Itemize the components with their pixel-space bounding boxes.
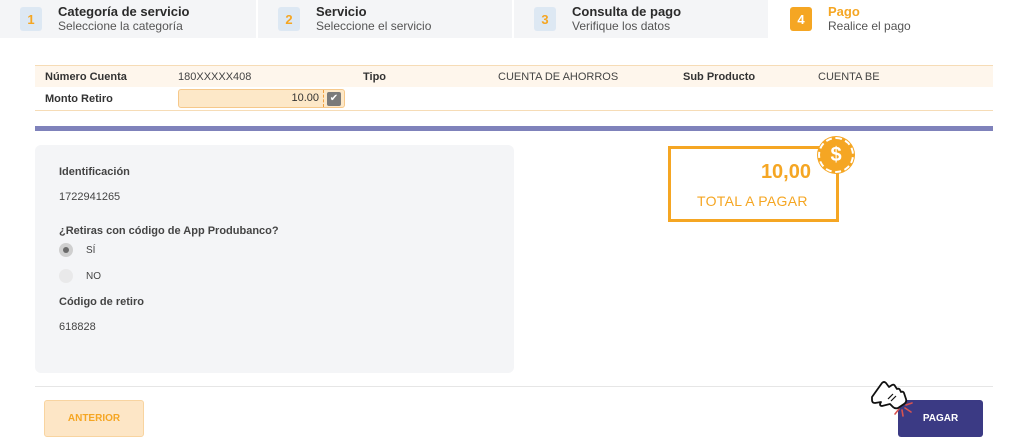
monto-retiro-input[interactable]: 10.00 (179, 90, 324, 107)
identificacion-value: 1722941265 (59, 191, 121, 203)
subproducto-label: Sub Producto (683, 70, 756, 83)
stepper: 1 Categoría de servicio Seleccione la ca… (0, 0, 1024, 38)
step-number: 2 (278, 7, 300, 31)
step-consulta[interactable]: 3 Consulta de pago Verifique los datos (512, 0, 768, 38)
step-number: 1 (20, 7, 42, 31)
radio-option-si[interactable]: SÍ (59, 243, 514, 257)
total-label: TOTAL A PAGAR (697, 193, 808, 209)
anterior-button[interactable]: ANTERIOR (44, 400, 144, 437)
hand-pointer-icon (871, 381, 913, 417)
step-subtitle: Realice el pago (828, 19, 911, 33)
tipo-label: Tipo (363, 70, 387, 83)
total-amount: 10,00 (760, 161, 811, 183)
step-title: Categoría de servicio (58, 4, 190, 19)
withdrawal-form: Identificación 1722941265 ¿Retiras con c… (35, 145, 514, 373)
radio-label-no: NO (86, 270, 101, 282)
step-title: Consulta de pago (572, 4, 682, 19)
section-divider (35, 126, 993, 131)
dollar-coin-icon: $ (818, 137, 854, 173)
monto-row: Monto Retiro 10.00 ✔ (35, 87, 993, 111)
account-info-row: Número Cuenta 180XXXXX408 Tipo CUENTA DE… (35, 65, 993, 87)
total-card: 10,00 TOTAL A PAGAR (668, 146, 839, 222)
codigo-retiro-label: Código de retiro (59, 296, 144, 308)
footer-divider (35, 386, 993, 387)
step-title: Pago (828, 4, 860, 19)
radio-button-selected[interactable] (59, 243, 73, 257)
radio-label-si: SÍ (86, 244, 96, 256)
codigo-retiro-value: 618828 (59, 321, 96, 333)
check-icon[interactable]: ✔ (327, 91, 341, 106)
tipo-value: CUENTA DE AHORROS (498, 70, 619, 83)
app-question-label: ¿Retiras con código de App Produbanco? (59, 225, 279, 237)
monto-retiro-label: Monto Retiro (45, 92, 113, 105)
step-subtitle: Seleccione la categoría (58, 19, 183, 33)
account-info: Número Cuenta 180XXXXX408 Tipo CUENTA DE… (35, 65, 993, 111)
monto-retiro-field: 10.00 ✔ (178, 89, 345, 108)
step-subtitle: Verifique los datos (572, 19, 671, 33)
step-servicio[interactable]: 2 Servicio Seleccione el servicio (256, 0, 512, 38)
subproducto-value: CUENTA BE (818, 70, 880, 83)
radio-button[interactable] (59, 269, 73, 283)
numero-cuenta-label: Número Cuenta (45, 70, 127, 83)
step-pago[interactable]: 4 Pago Realice el pago (768, 0, 1024, 38)
identificacion-label: Identificación (59, 166, 130, 178)
step-subtitle: Seleccione el servicio (316, 19, 432, 33)
step-number: 4 (790, 7, 812, 31)
numero-cuenta-value: 180XXXXX408 (178, 70, 252, 83)
step-number: 3 (534, 7, 556, 31)
radio-option-no[interactable]: NO (59, 269, 514, 283)
step-categoria[interactable]: 1 Categoría de servicio Seleccione la ca… (0, 0, 256, 38)
step-title: Servicio (316, 4, 367, 19)
